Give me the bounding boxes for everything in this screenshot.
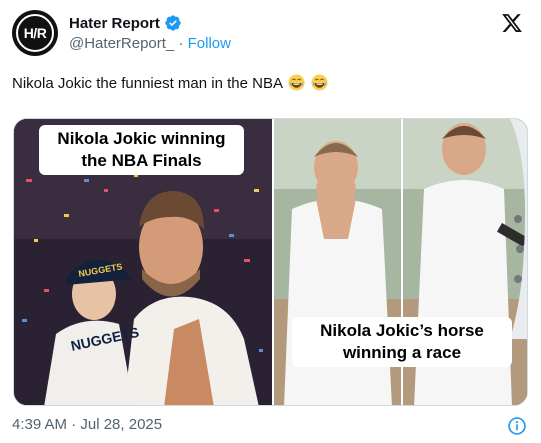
tweet-timestamp[interactable]: 4:39 AM · Jul 28, 2025	[12, 416, 162, 433]
tweet-body: Nikola Jokic the funniest man in the NBA	[12, 75, 283, 92]
author-handle[interactable]: @HaterReport_	[69, 35, 174, 52]
right-meme-caption: Nikola Jokic’s horse winning a race	[292, 317, 512, 367]
follow-button[interactable]: Follow	[188, 35, 231, 52]
author-block: Hater Report @HaterReport_ · Follow	[69, 13, 231, 55]
tweet-text: Nikola Jokic the funniest man in the NBA	[12, 74, 329, 94]
tweet-media[interactable]: NUGGETS NUGGETS Nikola Jokic winning the…	[13, 118, 528, 406]
avatar-ring: H/R	[16, 14, 54, 52]
left-meme-caption: Nikola Jokic winning the NBA Finals	[39, 125, 244, 175]
laughing-emoji-icon	[311, 74, 329, 91]
separator-dot: ·	[178, 35, 184, 52]
author-display-name[interactable]: Hater Report	[69, 15, 160, 32]
x-logo-icon[interactable]	[501, 12, 523, 34]
meme-right-photo: Nikola Jokic’s horse winning a race	[274, 119, 527, 405]
laughing-emoji-icon	[288, 74, 305, 91]
verified-badge-icon	[165, 15, 181, 31]
avatar[interactable]: H/R	[12, 10, 58, 56]
info-icon[interactable]	[507, 416, 527, 436]
name-row: Hater Report	[69, 13, 231, 33]
meme-left-photo: NUGGETS NUGGETS Nikola Jokic winning the…	[14, 119, 272, 405]
handle-row: @HaterReport_ · Follow	[69, 35, 231, 55]
avatar-logo-text: H/R	[23, 25, 47, 41]
tweet-header: H/R Hater Report @HaterReport_ · Follow	[12, 10, 529, 56]
